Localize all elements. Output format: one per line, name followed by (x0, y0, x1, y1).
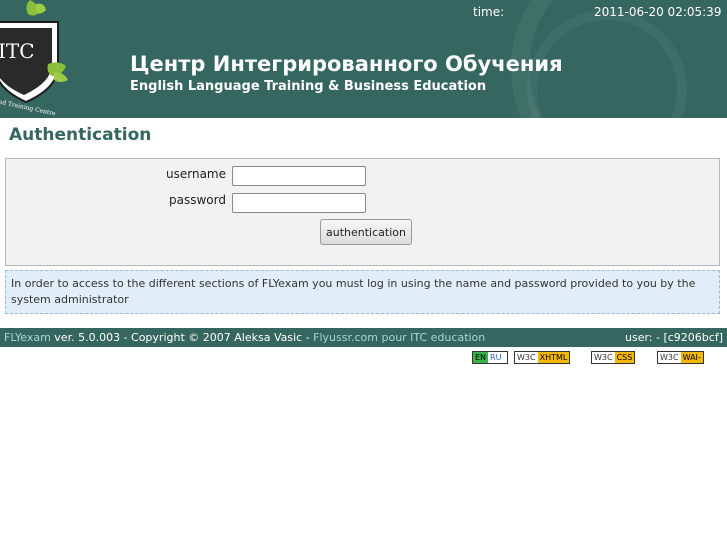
site-subtitle-en: English Language Training & Business Edu… (130, 79, 487, 94)
site-title-ru: Центр Интегрированного Обучения (130, 52, 563, 76)
footer-copyright: FLYexam ver. 5.0.003 - Copyright © 2007 … (4, 328, 485, 347)
password-label: password (169, 193, 226, 207)
wai-badge[interactable]: W3CWAI-AAA (657, 351, 704, 364)
time-label: time: (473, 5, 505, 19)
wai-label: WAI-AAA (680, 352, 703, 363)
logo-text: ITC (0, 39, 35, 63)
css-badge[interactable]: W3CCSS 2.0 (591, 351, 636, 364)
lang-en-button[interactable]: EN (473, 352, 489, 363)
login-form: username password authentication (5, 158, 720, 266)
server-time: 2011-06-20 02:05:39 (594, 5, 722, 19)
lang-ru-button[interactable]: RU (488, 352, 504, 363)
language-switcher: EN RU (472, 351, 508, 364)
w3c-label: W3C (515, 352, 538, 363)
info-message: In order to access to the different sect… (5, 270, 720, 314)
itc-logo: ITC ed Training Centre (0, 0, 68, 118)
w3c-label: W3C (592, 352, 615, 363)
site-header: ITC ed Training Centre time: 2011-06-20 … (0, 0, 727, 118)
flyussr-link[interactable]: Flyussr.com pour ITC education (313, 331, 485, 344)
page-title: Authentication (9, 125, 152, 145)
info-text: In order to access to the different sect… (11, 277, 696, 306)
xhtml-label: XHTML 1.0 (537, 352, 570, 363)
w3c-label: W3C (658, 352, 681, 363)
authentication-button[interactable]: authentication (320, 219, 412, 245)
username-input[interactable] (232, 166, 366, 186)
username-label: username (166, 167, 226, 181)
user-status: user: - [c9206bcf] (625, 331, 723, 344)
css-label: CSS 2.0 (614, 352, 635, 363)
version-text: ver. 5.0.003 - Copyright © 2007 Aleksa V… (50, 331, 314, 344)
xhtml-badge[interactable]: W3CXHTML 1.0 (514, 351, 571, 364)
app-name-link[interactable]: FLYexam (4, 331, 51, 344)
password-input[interactable] (232, 193, 366, 213)
site-footer: FLYexam ver. 5.0.003 - Copyright © 2007 … (0, 328, 727, 347)
